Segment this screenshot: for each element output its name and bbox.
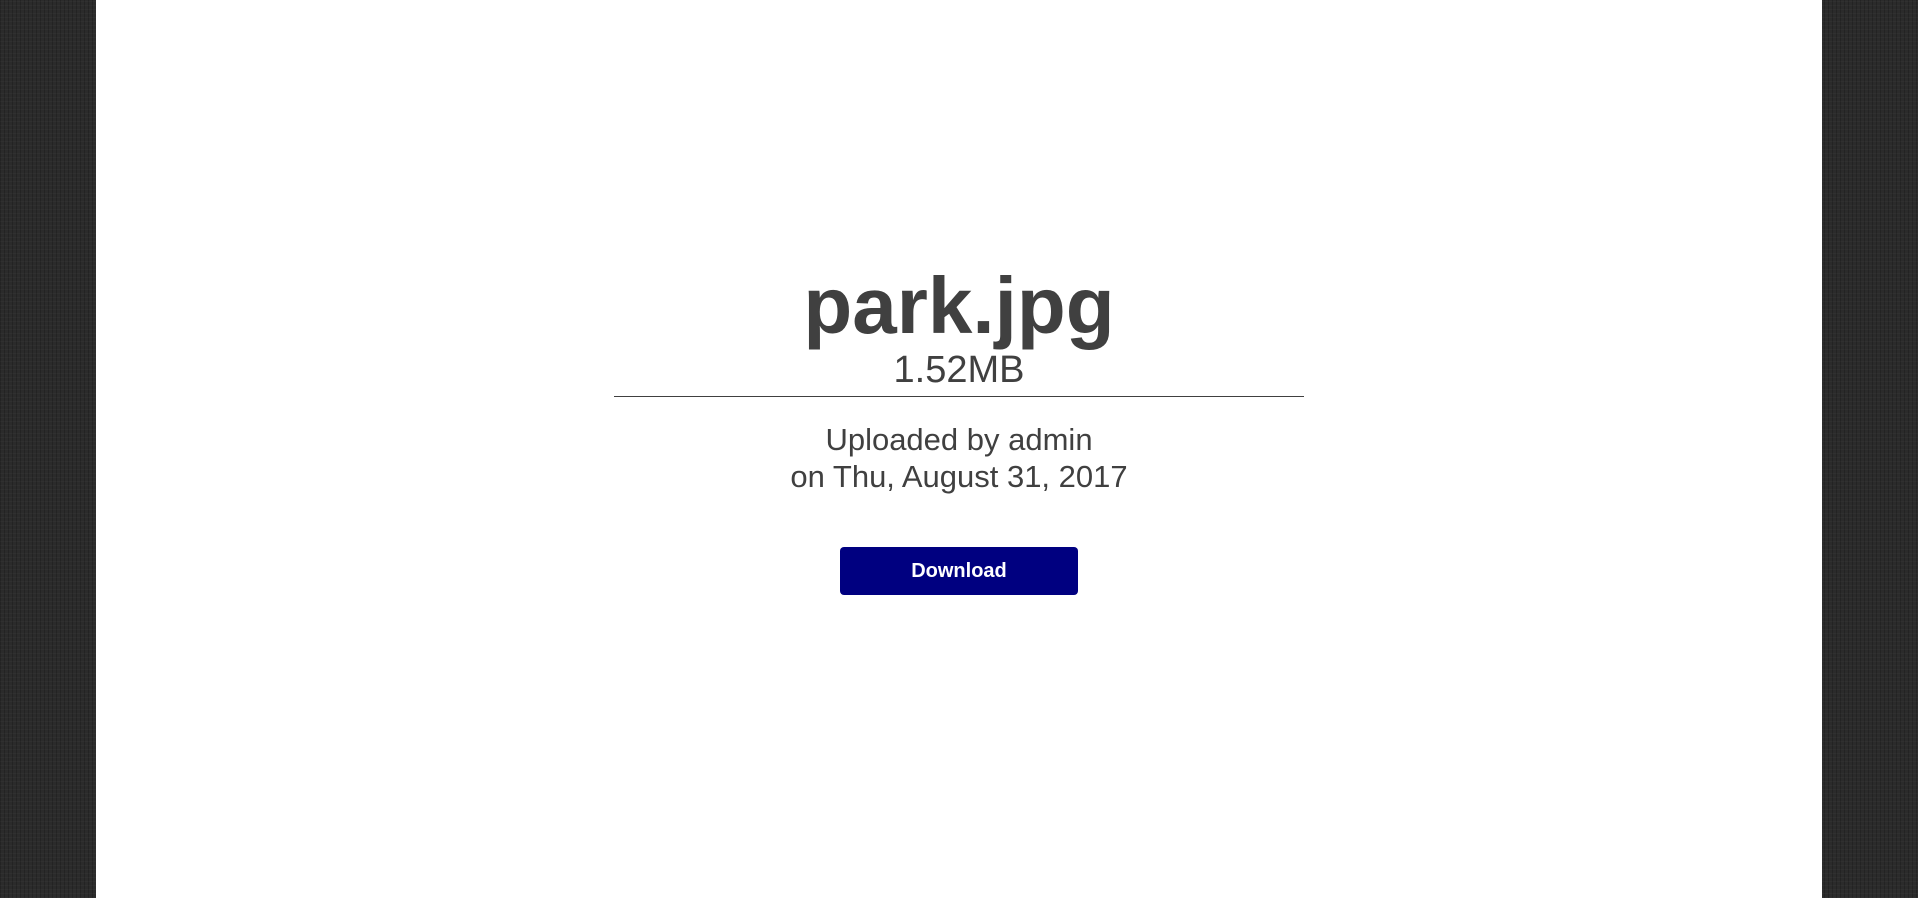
- upload-info: Uploaded by admin on Thu, August 31, 201…: [614, 421, 1304, 495]
- file-card: park.jpg 1.52MB Uploaded by admin on Thu…: [614, 260, 1304, 595]
- file-name: park.jpg: [803, 261, 1115, 350]
- divider: [614, 396, 1304, 397]
- content-panel: park.jpg 1.52MB Uploaded by admin on Thu…: [96, 0, 1822, 898]
- download-button[interactable]: Download: [840, 547, 1078, 595]
- file-size: 1.52MB: [893, 349, 1025, 391]
- upload-date-text: on Thu, August 31, 2017: [790, 459, 1128, 494]
- uploaded-by-text: Uploaded by admin: [825, 422, 1093, 457]
